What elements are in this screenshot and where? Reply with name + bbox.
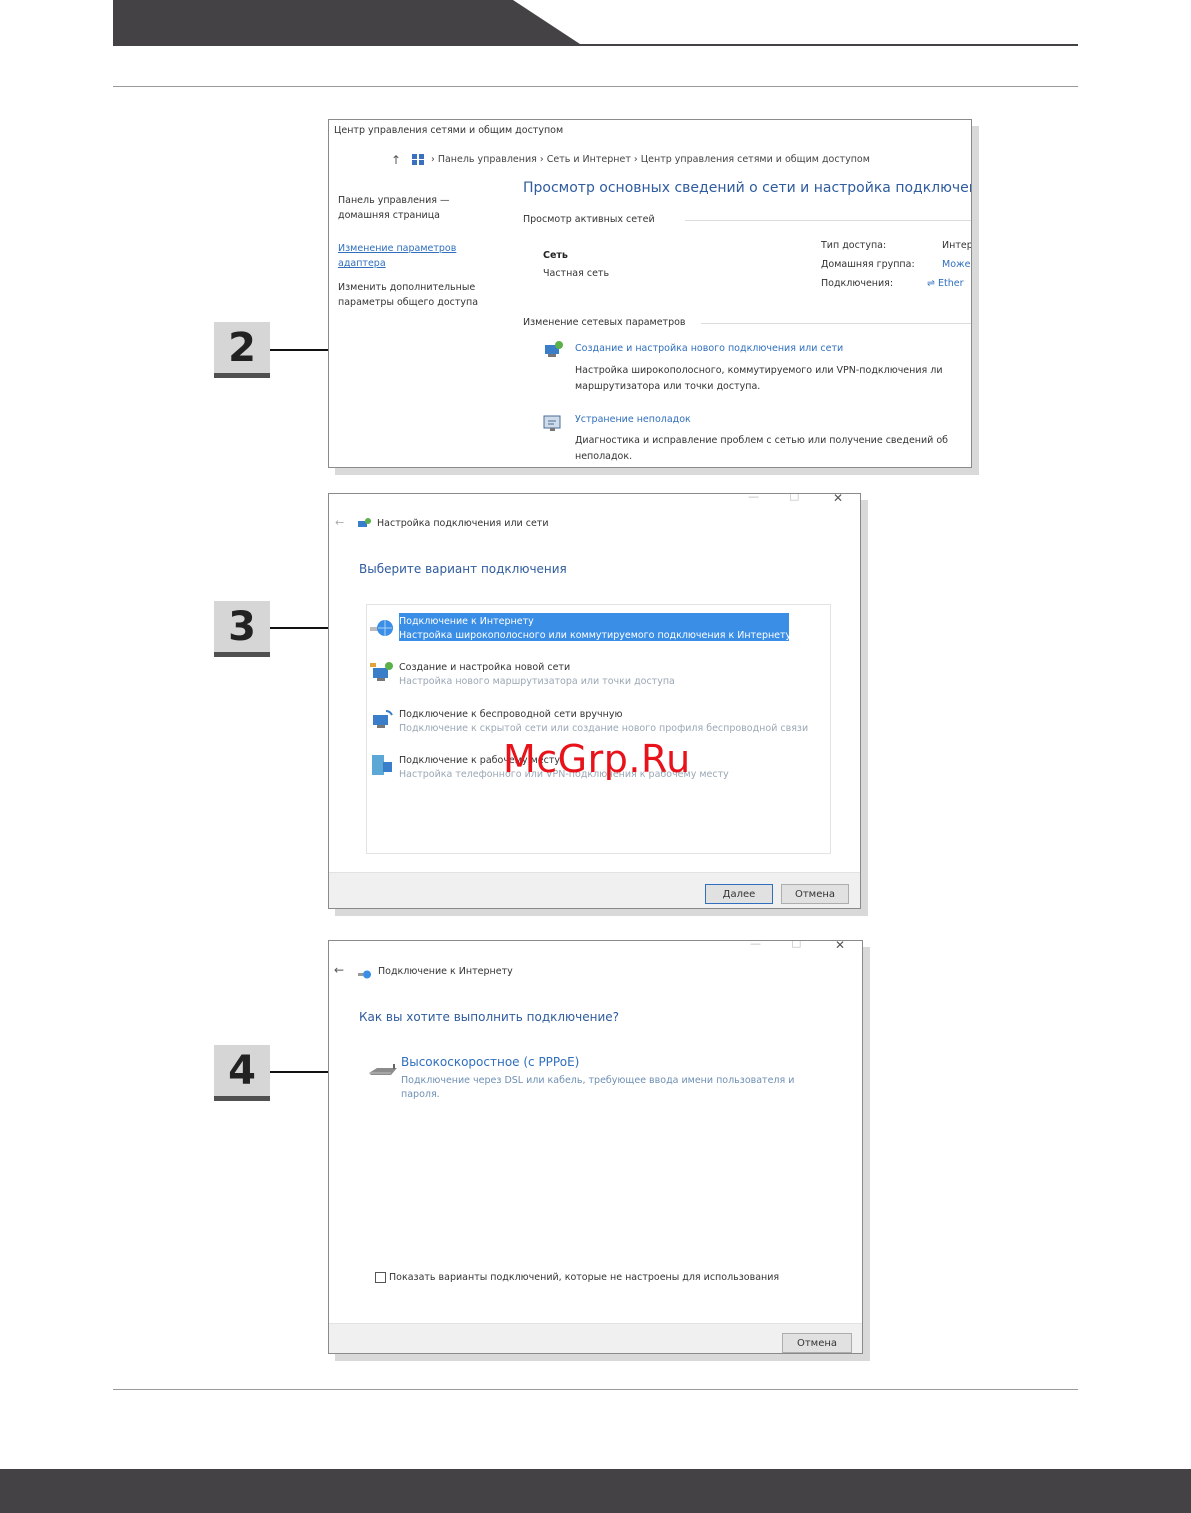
show-options-label: Показать варианты подключений, которые н… [389,1272,780,1283]
network-type: Частная сеть [543,268,610,279]
network-center-window: Центр управления сетями и общим доступом… [328,119,972,468]
show-options-checkbox[interactable] [375,1272,386,1283]
breadcrumb-item[interactable]: Панель управления [438,154,537,165]
new-network-icon [369,660,395,684]
watermark: McGrp.Ru [503,737,691,781]
next-button[interactable]: Далее [705,884,773,904]
breadcrumb: › Панель управления › Сеть и Интернет › … [431,154,870,165]
step-badge-2: 2 [214,322,270,378]
section-divider [701,323,971,324]
troubleshoot-icon [542,413,564,433]
up-arrow-icon[interactable]: ↑ [391,153,401,167]
option-wireless-manual[interactable]: Подключение к беспроводной сети вручную … [399,708,808,736]
dialog-title: Настройка подключения или сети [377,518,549,529]
new-connection-link[interactable]: Создание и настройка нового подключения … [575,343,843,354]
dialog-heading: Выберите вариант подключения [359,562,567,576]
window-title: Центр управления сетями и общим доступом [334,125,564,136]
active-networks-label: Просмотр активных сетей [523,214,655,225]
access-type-value: Интер [942,240,972,251]
section-divider [685,220,971,221]
minimize-icon[interactable]: — [750,941,761,950]
header-tab [113,0,583,46]
control-panel-icon [411,151,425,165]
option-pppoe-title[interactable]: Высокоскоростное (с PPPoE) [401,1055,579,1069]
wireless-network-icon [369,707,395,731]
breadcrumb-item[interactable]: Сеть и Интернет [547,154,631,165]
network-name: Сеть [543,250,568,261]
sidebar-adapter-link[interactable]: Изменение параметров адаптера [338,241,456,271]
page-heading: Просмотр основных сведений о сети и наст… [523,180,972,196]
option-new-network[interactable]: Создание и настройка новой сети Настройк… [399,661,675,689]
option-pppoe-description: Подключение через DSL или кабель, требую… [401,1075,795,1100]
close-icon[interactable]: ✕ [833,494,843,505]
ethernet-link[interactable]: ⇌ Ether [927,278,963,289]
sidebar-home-link[interactable]: Панель управления — домашняя страница [338,193,450,223]
cancel-button[interactable]: Отмена [781,884,849,904]
dialog-title: Подключение к Интернету [378,966,513,977]
new-connection-description: Настройка широкополосного, коммутируемог… [575,365,943,392]
change-settings-label: Изменение сетевых параметров [523,317,686,328]
back-arrow-icon[interactable]: ← [335,516,344,529]
header-line [113,44,1078,46]
globe-icon [369,617,395,639]
dialog-heading: Как вы хотите выполнить подключение? [359,1010,620,1024]
minimize-icon[interactable]: — [748,494,759,503]
back-arrow-icon[interactable]: ← [334,963,344,977]
close-icon[interactable]: ✕ [835,941,845,952]
internet-icon [358,965,372,979]
cancel-button[interactable]: Отмена [782,1333,852,1353]
maximize-icon[interactable]: □ [791,941,801,949]
internet-connection-dialog: — □ ✕ ← Подключение к Интернету Как вы х… [328,940,863,1354]
troubleshoot-link[interactable]: Устранение неполадок [575,414,691,425]
workplace-icon [369,752,395,778]
troubleshoot-description: Диагностика и исправление проблем с сеть… [575,435,949,462]
footer-bar [0,1469,1191,1513]
access-type-label: Тип доступа: [821,240,887,251]
maximize-icon[interactable]: □ [789,494,799,502]
sidebar-sharing-link[interactable]: Изменить дополнительные параметры общего… [338,280,478,310]
homegroup-link[interactable]: Може [942,259,970,270]
option-internet[interactable]: Подключение к Интернету Настройка широко… [399,615,791,643]
broadband-modem-icon [367,1063,399,1079]
connection-setup-dialog: — □ ✕ ← Настройка подключения или сети В… [328,493,861,909]
bottom-rule [113,1389,1078,1390]
step-badge-3: 3 [214,601,270,657]
network-setup-icon [357,516,371,529]
network-setup-icon [542,340,564,360]
connections-label: Подключения: [821,278,894,289]
breadcrumb-item[interactable]: Центр управления сетями и общим доступом [641,154,870,165]
ethernet-icon: ⇌ [927,278,938,289]
homegroup-label: Домашняя группа: [821,259,915,270]
top-rule [113,86,1078,87]
step-badge-4: 4 [214,1045,270,1101]
